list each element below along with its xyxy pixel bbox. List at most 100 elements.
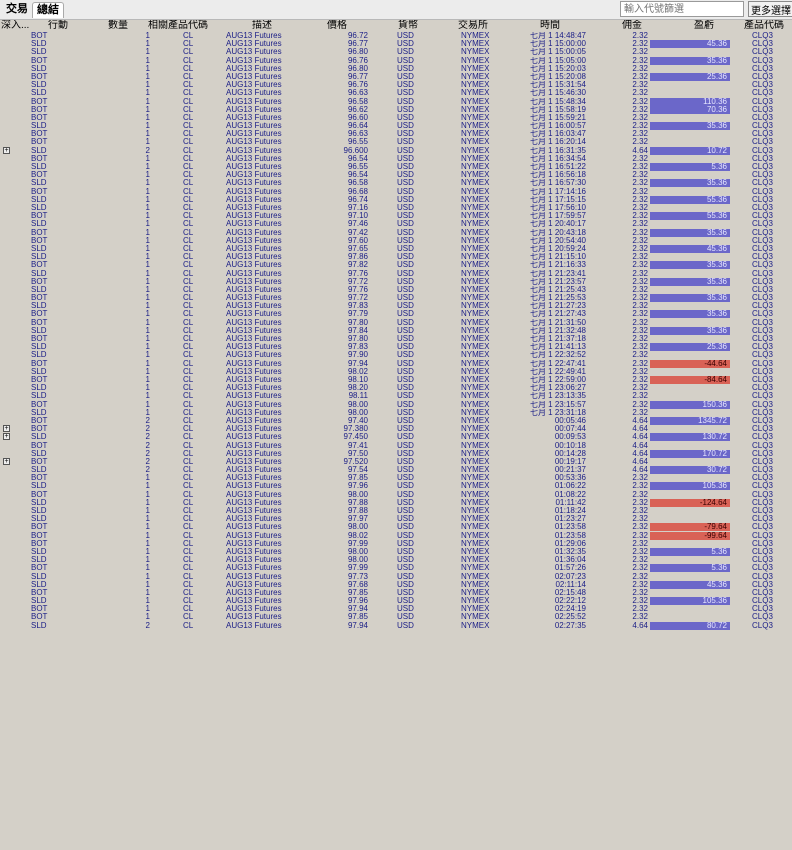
table-row[interactable]: SLD 2 CL AUG13 Futures 97.94 USD NYMEX 02:27:35… [0,621,792,630]
table-row[interactable]: SLD 1 CL AUG13 Futures 98.20 USD NYMEX 七月 1 23:… [0,384,792,392]
table-row[interactable]: SLD 1 CL AUG13 Futures 97.83 USD NYMEX 七月 1 21:… [0,302,792,310]
table-row[interactable]: BOT 1 CL AUG13 Futures 96.63 USD NYMEX 七月 1 16:… [0,130,792,138]
table-row[interactable]: BOT 1 CL AUG13 Futures 98.00 USD NYMEX 01:23:58… [0,523,792,532]
table-row[interactable]: BOT 2 CL AUG13 Futures 97.41 USD NYMEX 00:10:18… [0,442,792,450]
table-row[interactable]: BOT 1 CL AUG13 Futures 97.10 USD NYMEX 七月 1 17:… [0,212,792,221]
table-row[interactable]: SLD 1 CL AUG13 Futures 97.65 USD NYMEX 七月 1 20:… [0,244,792,253]
table-row[interactable]: BOT 1 CL AUG13 Futures 96.77 USD NYMEX 七月 1 15:… [0,72,792,81]
more-options-button[interactable]: 更多選擇 [748,1,792,17]
table-row[interactable]: BOT 1 CL AUG13 Futures 97.72 USD NYMEX 七月 1 21:… [0,294,792,303]
table-row[interactable]: BOT 1 CL AUG13 Futures 97.85 USD NYMEX 02:25:52… [0,613,792,621]
col-action-header[interactable]: 行動 [48,20,78,32]
table-row[interactable]: SLD 1 CL AUG13 Futures 96.74 USD NYMEX 七月 1 17:… [0,195,792,204]
table-row[interactable]: SLD 1 CL AUG13 Futures 98.00 USD NYMEX 01:32:35… [0,547,792,556]
table-row[interactable]: SLD 1 CL AUG13 Futures 97.97 USD NYMEX 01:23:27… [0,515,792,523]
table-row[interactable]: SLD 1 CL AUG13 Futures 96.76 USD NYMEX 七月 1 15:… [0,81,792,89]
table-row[interactable]: BOT 1 CL AUG13 Futures 97.94 USD NYMEX 七月 1 22:… [0,359,792,368]
table-row[interactable]: BOT 1 CL AUG13 Futures 98.02 USD NYMEX 01:23:58… [0,531,792,540]
table-row[interactable]: SLD 1 CL AUG13 Futures 97.96 USD NYMEX 01:06:22… [0,482,792,491]
col-exchange-header[interactable]: 交易所 [458,20,503,32]
table-row[interactable]: SLD 1 CL AUG13 Futures 96.80 USD NYMEX 七月 1 15:… [0,48,792,56]
table-row[interactable]: SLD 1 CL AUG13 Futures 97.68 USD NYMEX 02:11:14… [0,580,792,589]
expand-icon[interactable]: + [3,457,10,465]
cell-price: 97.42 [347,228,368,237]
table-row[interactable]: SLD 1 CL AUG13 Futures 97.88 USD NYMEX 01:18:24… [0,507,792,515]
table-row[interactable]: SLD 1 CL AUG13 Futures 97.83 USD NYMEX 七月 1 21:… [0,343,792,352]
table-row[interactable]: SLD 1 CL AUG13 Futures 97.84 USD NYMEX 七月 1 21:… [0,326,792,335]
table-row[interactable]: BOT 1 CL AUG13 Futures 98.00 USD NYMEX 01:08:22… [0,491,792,499]
table-row[interactable]: SLD 1 CL AUG13 Futures 96.77 USD NYMEX 七月 1 15:… [0,40,792,49]
table-row[interactable]: BOT 1 CL AUG13 Futures 96.76 USD NYMEX 七月 1 15:… [0,56,792,65]
table-row[interactable]: SLD 1 CL AUG13 Futures 98.00 USD NYMEX 七月 1 23:… [0,409,792,417]
cell-underlying: CL [183,441,194,450]
col-quantity-header[interactable]: 數量 [108,20,138,32]
cell-price: 98.02 [347,531,368,540]
table-row[interactable]: BOT 1 CL AUG13 Futures 98.00 USD NYMEX 七月 1 23:… [0,400,792,409]
table-row[interactable]: SLD 2 CL AUG13 Futures 97.50 USD NYMEX 00:14:28… [0,449,792,458]
table-row[interactable]: SLD 1 CL AUG13 Futures 96.80 USD NYMEX 七月 1 15:… [0,65,792,73]
table-row[interactable]: + BOT 2 CL AUG13 Futures 97.380 USD NYMEX 00:07:… [0,425,792,433]
table-row[interactable]: SLD 1 CL AUG13 Futures 98.00 USD NYMEX 01:36:04… [0,556,792,564]
table-row[interactable]: SLD 1 CL AUG13 Futures 97.96 USD NYMEX 02:22:12… [0,597,792,606]
table-row[interactable]: SLD 1 CL AUG13 Futures 97.16 USD NYMEX 七月 1 17:… [0,204,792,212]
table-row[interactable]: BOT 1 CL AUG13 Futures 97.42 USD NYMEX 七月 1 20:… [0,228,792,237]
expand-icon[interactable]: + [3,433,10,441]
table-row[interactable]: BOT 1 CL AUG13 Futures 97.60 USD NYMEX 七月 1 20:… [0,237,792,245]
col-pnl-header[interactable]: 盈虧 [694,20,724,32]
cell-pnl: -44.64 [650,359,730,368]
table-row[interactable]: BOT 1 CL AUG13 Futures 97.94 USD NYMEX 02:24:19… [0,605,792,613]
table-row[interactable]: SLD 1 CL AUG13 Futures 97.76 USD NYMEX 七月 1 21:… [0,270,792,278]
table-row[interactable]: SLD 1 CL AUG13 Futures 96.58 USD NYMEX 七月 1 16:… [0,179,792,188]
table-row[interactable]: SLD 1 CL AUG13 Futures 97.46 USD NYMEX 七月 1 20:… [0,220,792,228]
col-symbol-header[interactable]: 產品代碼 [744,20,792,32]
table-row[interactable]: BOT 1 CL AUG13 Futures 97.80 USD NYMEX 七月 1 21:… [0,319,792,327]
table-row[interactable]: BOT 1 CL AUG13 Futures 96.54 USD NYMEX 七月 1 16:… [0,171,792,179]
tab-summary[interactable]: 總結 [32,2,64,18]
table-row[interactable]: + SLD 2 CL AUG13 Futures 96.600 USD NYMEX 七月 1 1… [0,146,792,155]
table-row[interactable]: SLD 1 CL AUG13 Futures 97.86 USD NYMEX 七月 1 21:… [0,253,792,261]
table-row[interactable]: BOT 1 CL AUG13 Futures 97.72 USD NYMEX 七月 1 21:… [0,277,792,286]
table-row[interactable]: BOT 2 CL AUG13 Futures 97.40 USD NYMEX 00:05:46… [0,416,792,425]
table-row[interactable]: BOT 1 CL AUG13 Futures 98.10 USD NYMEX 七月 1 22:… [0,375,792,384]
table-row[interactable]: BOT 1 CL AUG13 Futures 97.85 USD NYMEX 02:15:48… [0,589,792,597]
table-row[interactable]: SLD 1 CL AUG13 Futures 97.88 USD NYMEX 01:11:42… [0,498,792,507]
table-row[interactable]: BOT 1 CL AUG13 Futures 96.60 USD NYMEX 七月 1 15:… [0,114,792,122]
table-row[interactable]: BOT 1 CL AUG13 Futures 96.68 USD NYMEX 七月 1 17:… [0,188,792,196]
table-row[interactable]: BOT 1 CL AUG13 Futures 97.99 USD NYMEX 01:57:26… [0,564,792,573]
col-underlying-header[interactable]: 相關產品代碼 [148,20,218,32]
col-time-header[interactable]: 時間 [540,20,570,32]
table-row[interactable]: SLD 1 CL AUG13 Futures 96.64 USD NYMEX 七月 1 16:… [0,122,792,131]
table-row[interactable]: BOT 1 CL AUG13 Futures 96.55 USD NYMEX 七月 1 16:… [0,138,792,146]
col-description-header[interactable]: 描述 [252,20,282,32]
table-row[interactable]: SLD 1 CL AUG13 Futures 96.55 USD NYMEX 七月 1 16:… [0,163,792,172]
table-row[interactable]: SLD 1 CL AUG13 Futures 96.63 USD NYMEX 七月 1 15:… [0,89,792,97]
table-row[interactable]: SLD 1 CL AUG13 Futures 98.02 USD NYMEX 七月 1 22:… [0,368,792,376]
col-commission-header[interactable]: 佣金 [622,20,652,32]
col-drill-header[interactable]: 深入... [1,20,31,32]
table-row[interactable]: + SLD 2 CL AUG13 Futures 97.450 USD NYMEX 00:09:… [0,433,792,442]
col-price-header[interactable]: 價格 [327,20,357,32]
table-row[interactable]: BOT 1 CL AUG13 Futures 96.72 USD NYMEX 七月 1 14:… [0,32,792,40]
expand-icon[interactable]: + [3,146,10,154]
table-row[interactable]: SLD 1 CL AUG13 Futures 97.90 USD NYMEX 七月 1 22:… [0,351,792,359]
table-row[interactable]: BOT 1 CL AUG13 Futures 97.82 USD NYMEX 七月 1 21:… [0,261,792,270]
table-row[interactable]: BOT 1 CL AUG13 Futures 97.99 USD NYMEX 01:29:06… [0,540,792,548]
table-row[interactable]: SLD 1 CL AUG13 Futures 97.73 USD NYMEX 02:07:23… [0,573,792,581]
table-row[interactable]: BOT 1 CL AUG13 Futures 97.80 USD NYMEX 七月 1 21:… [0,335,792,343]
cell-symbol: CLQ3 [752,384,773,393]
table-row[interactable]: BOT 1 CL AUG13 Futures 96.54 USD NYMEX 七月 1 16:… [0,155,792,163]
table-row[interactable]: SLD 1 CL AUG13 Futures 98.11 USD NYMEX 七月 1 23:… [0,392,792,400]
table-row[interactable]: SLD 1 CL AUG13 Futures 97.76 USD NYMEX 七月 1 21:… [0,286,792,294]
table-row[interactable]: BOT 1 CL AUG13 Futures 96.62 USD NYMEX 七月 1 15:… [0,105,792,114]
table-row[interactable]: BOT 1 CL AUG13 Futures 96.58 USD NYMEX 七月 1 15:… [0,97,792,106]
table-row[interactable]: BOT 1 CL AUG13 Futures 97.85 USD NYMEX 00:53:36… [0,474,792,482]
table-row[interactable]: + BOT 2 CL AUG13 Futures 97.520 USD NYMEX 00:19:… [0,457,792,466]
cell-action: BOT [31,335,48,344]
cell-price: 97.54 [347,466,368,475]
table-row[interactable]: SLD 2 CL AUG13 Futures 97.54 USD NYMEX 00:21:37… [0,466,792,475]
tab-trades[interactable]: 交易 [2,2,32,17]
expand-icon[interactable]: + [3,425,10,433]
col-currency-header[interactable]: 貨幣 [398,20,428,32]
symbol-filter-input[interactable] [620,1,744,17]
table-row[interactable]: BOT 1 CL AUG13 Futures 97.79 USD NYMEX 七月 1 21:… [0,310,792,319]
